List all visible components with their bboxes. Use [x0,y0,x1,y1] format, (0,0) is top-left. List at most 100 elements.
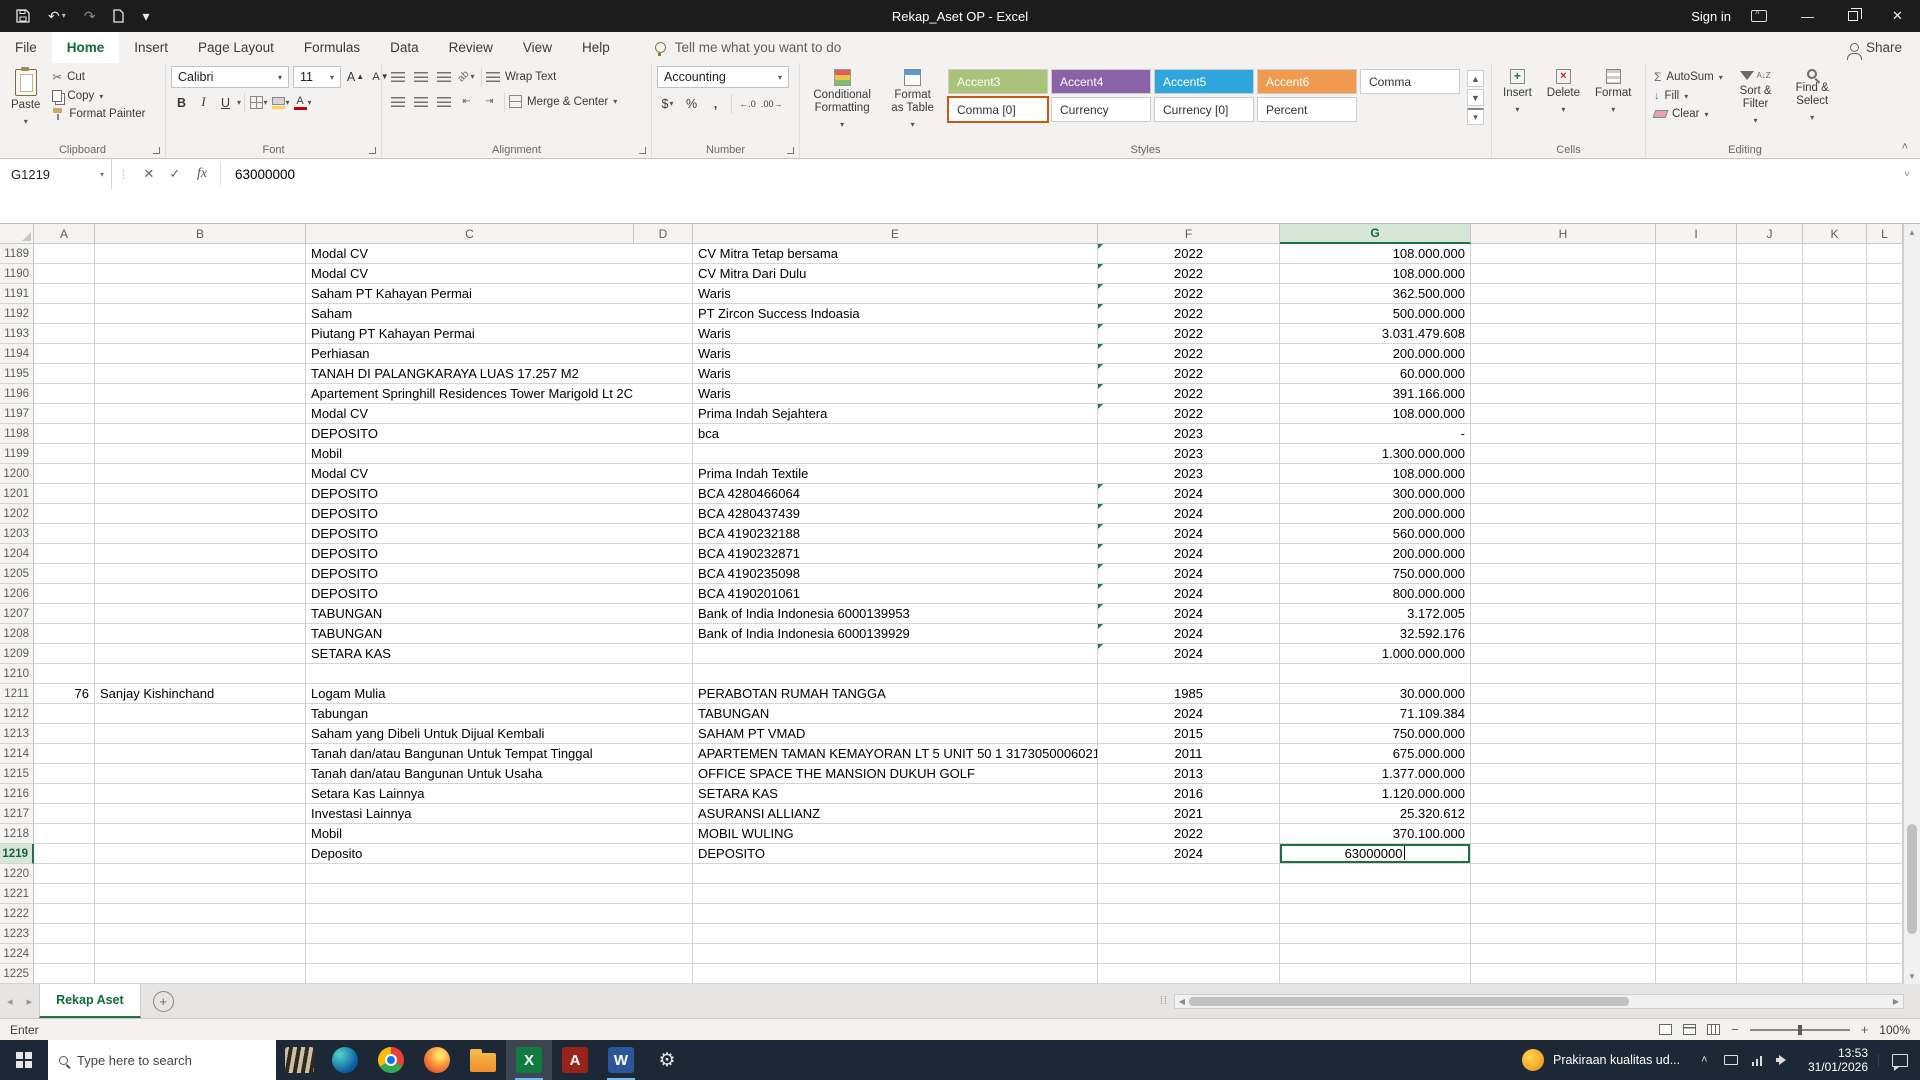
share-button[interactable]: Share [1850,32,1902,63]
cell-C1220[interactable] [306,864,693,884]
cell-C1201[interactable]: DEPOSITO [306,484,693,504]
tab-review[interactable]: Review [434,32,508,63]
action-center-button[interactable] [1878,1054,1920,1067]
cell-K1217[interactable] [1803,804,1867,824]
cell-C1198[interactable]: DEPOSITO [306,424,693,444]
cell-B1199[interactable] [95,444,306,464]
hidden-icons-chevron[interactable]: ˄ [1692,1054,1716,1066]
cell-L1221[interactable] [1867,884,1903,904]
row-header-1215[interactable]: 1215 [0,764,34,784]
row-header-1214[interactable]: 1214 [0,744,34,764]
cell-C1218[interactable]: Mobil [306,824,693,844]
row-header-1205[interactable]: 1205 [0,564,34,584]
cell-J1220[interactable] [1737,864,1803,884]
cell-B1214[interactable] [95,744,306,764]
cell-J1202[interactable] [1737,504,1803,524]
cell-K1212[interactable] [1803,704,1867,724]
cell-B1205[interactable] [95,564,306,584]
row-header-1193[interactable]: 1193 [0,324,34,344]
cell-G1202[interactable]: 200.000.000 [1280,504,1471,524]
cell-B1215[interactable] [95,764,306,784]
cell-E1190[interactable]: CV Mitra Dari Dulu [693,264,1098,284]
page-break-view-button[interactable] [1707,1024,1720,1035]
cell-J1198[interactable] [1737,424,1803,444]
cell-F1201[interactable]: 2024 [1098,484,1280,504]
zoom-out-button[interactable]: − [1731,1022,1739,1037]
cell-A1214[interactable] [34,744,95,764]
cell-F1215[interactable]: 2013 [1098,764,1280,784]
cell-G1197[interactable]: 108.000.000 [1280,404,1471,424]
cell-K1196[interactable] [1803,384,1867,404]
taskbar-photo-app[interactable] [276,1040,322,1080]
cell-I1198[interactable] [1656,424,1737,444]
cell-C1225[interactable] [306,964,693,984]
cell-I1214[interactable] [1656,744,1737,764]
cell-J1194[interactable] [1737,344,1803,364]
cell-L1222[interactable] [1867,904,1903,924]
cell-H1218[interactable] [1471,824,1656,844]
autosum-button[interactable]: ΣAutoSum▾ [1651,69,1726,85]
row-header-1191[interactable]: 1191 [0,284,34,304]
cell-E1224[interactable] [693,944,1098,964]
row-header-1196[interactable]: 1196 [0,384,34,404]
row-header-1204[interactable]: 1204 [0,544,34,564]
cell-K1193[interactable] [1803,324,1867,344]
cell-F1199[interactable]: 2023 [1098,444,1280,464]
cell-J1224[interactable] [1737,944,1803,964]
cell-K1204[interactable] [1803,544,1867,564]
column-header-B[interactable]: B [95,224,306,244]
currency-format-button[interactable]: $▾ [657,93,678,114]
taskbar-excel[interactable]: X [506,1040,552,1080]
cell-C1224[interactable] [306,944,693,964]
paste-button[interactable]: Paste ▾ [5,66,46,131]
row-header-1207[interactable]: 1207 [0,604,34,624]
cell-K1203[interactable] [1803,524,1867,544]
row-header-1201[interactable]: 1201 [0,484,34,504]
cell-H1206[interactable] [1471,584,1656,604]
orientation-button[interactable]: ab▾ [456,66,477,87]
cell-C1202[interactable]: DEPOSITO [306,504,693,524]
row-header-1225[interactable]: 1225 [0,964,34,984]
row-header-1208[interactable]: 1208 [0,624,34,644]
cell-G1192[interactable]: 500.000.000 [1280,304,1471,324]
cell-H1192[interactable] [1471,304,1656,324]
cell-C1216[interactable]: Setara Kas Lainnya [306,784,693,804]
cell-C1207[interactable]: TABUNGAN [306,604,693,624]
cell-H1208[interactable] [1471,624,1656,644]
cell-K1201[interactable] [1803,484,1867,504]
cell-G1205[interactable]: 750.000.000 [1280,564,1471,584]
cell-J1191[interactable] [1737,284,1803,304]
cell-I1205[interactable] [1656,564,1737,584]
taskbar-chrome[interactable] [368,1040,414,1080]
cell-F1223[interactable] [1098,924,1280,944]
cell-G1189[interactable]: 108.000.000 [1280,244,1471,264]
cell-K1213[interactable] [1803,724,1867,744]
cell-L1215[interactable] [1867,764,1903,784]
row-header-1189[interactable]: 1189 [0,244,34,264]
align-left-button[interactable] [387,91,408,112]
cell-E1193[interactable]: Waris [693,324,1098,344]
cell-A1191[interactable] [34,284,95,304]
cell-J1214[interactable] [1737,744,1803,764]
cell-F1195[interactable]: 2022 [1098,364,1280,384]
cell-F1198[interactable]: 2023 [1098,424,1280,444]
cell-K1200[interactable] [1803,464,1867,484]
scroll-left-button[interactable]: ◀ [1175,997,1189,1006]
row-header-1220[interactable]: 1220 [0,864,34,884]
cell-F1208[interactable]: 2024 [1098,624,1280,644]
cell-G1224[interactable] [1280,944,1471,964]
cell-E1219[interactable]: DEPOSITO [693,844,1098,864]
cell-J1209[interactable] [1737,644,1803,664]
increase-decimal-button[interactable]: ←.0 [737,93,758,114]
cell-J1210[interactable] [1737,664,1803,684]
cell-E1189[interactable]: CV Mitra Tetap bersama [693,244,1098,264]
cell-J1211[interactable] [1737,684,1803,704]
align-bottom-button[interactable] [433,66,454,87]
cell-E1192[interactable]: PT Zircon Success Indoasia [693,304,1098,324]
style-tile-comma-0-[interactable]: Comma [0] [948,97,1048,122]
cell-H1221[interactable] [1471,884,1656,904]
cell-G1221[interactable] [1280,884,1471,904]
cell-A1195[interactable] [34,364,95,384]
percent-format-button[interactable]: % [681,93,702,114]
cell-G1225[interactable] [1280,964,1471,984]
